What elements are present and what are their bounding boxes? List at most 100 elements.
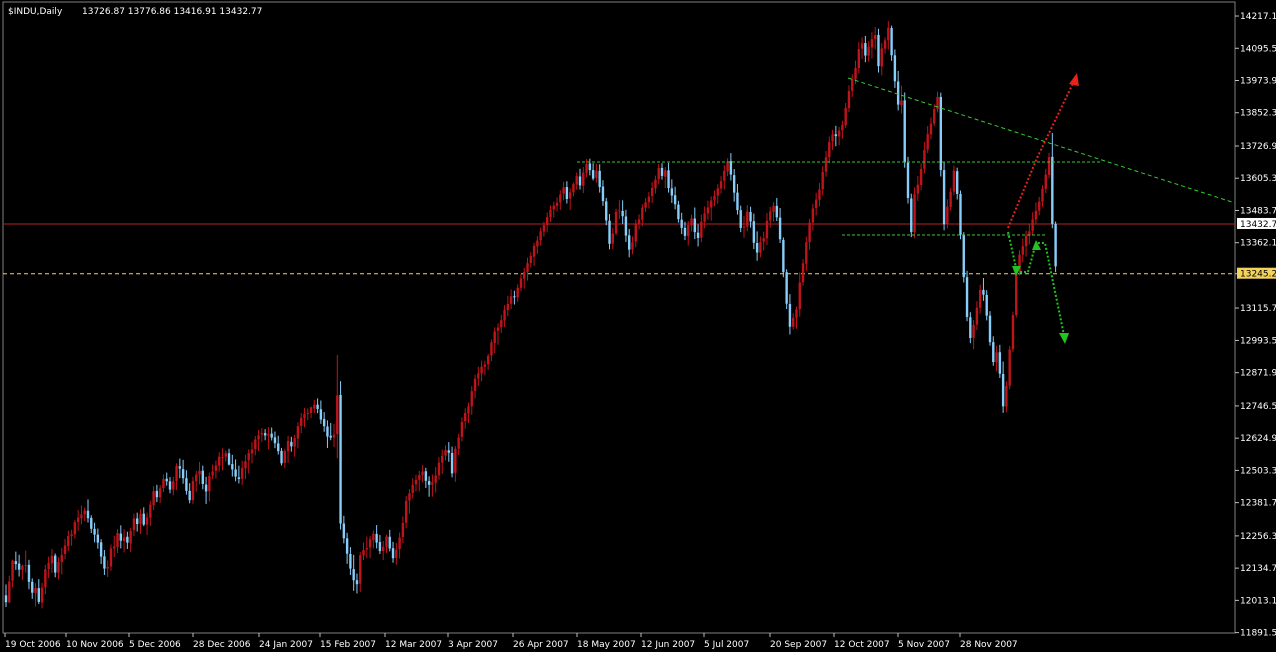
candle-body [864, 43, 867, 56]
y-tick-label: 13973.90 [1240, 77, 1276, 87]
candle-body [349, 553, 352, 569]
candle-body [332, 434, 336, 438]
y-tick-label: 13726.90 [1240, 142, 1276, 152]
x-tick-label: 5 Nov 2007 [898, 640, 950, 650]
candle-body [673, 195, 677, 205]
candle-body [434, 475, 437, 483]
candle-body [27, 564, 31, 582]
candle-body [601, 186, 605, 202]
candle-body [736, 192, 739, 211]
candle-body [660, 167, 664, 176]
candle-body [1054, 223, 1057, 267]
candle-body [608, 220, 611, 244]
candle-body [982, 289, 985, 295]
candle-body [506, 303, 510, 311]
candle-body [198, 470, 201, 475]
y-tick-label: 12256.30 [1240, 532, 1276, 542]
candle-body [614, 211, 618, 234]
candle-body [713, 195, 716, 201]
candle-body [86, 510, 90, 519]
candle-body [457, 437, 460, 449]
candle-body [831, 134, 834, 142]
candle-body [877, 34, 880, 67]
candle-body [204, 484, 208, 492]
candle-body [975, 307, 979, 325]
candle-body [280, 450, 283, 464]
candle-body [286, 441, 290, 452]
candle [962, 232, 965, 283]
candle-body [50, 555, 54, 564]
candle-body [1024, 235, 1028, 247]
candle-body [677, 204, 680, 220]
candle-body [906, 162, 910, 198]
candle-body [887, 27, 890, 41]
candle-body [759, 242, 762, 253]
candle-body [746, 211, 749, 227]
candle-body [772, 205, 775, 212]
candle-body [513, 296, 516, 298]
candle [988, 311, 992, 346]
candle-body [486, 355, 490, 365]
y-tick-label: 12624.90 [1240, 434, 1276, 444]
candle-body [63, 545, 67, 554]
candle-body [234, 469, 237, 477]
candle-body [126, 536, 129, 543]
candle-body [956, 171, 959, 194]
candle-body [611, 233, 614, 244]
x-tick-label: 10 Nov 2006 [66, 640, 124, 650]
candle-body [211, 471, 214, 476]
x-tick-label: 19 Oct 2006 [5, 640, 61, 650]
candle-body [316, 404, 319, 409]
candle-body [158, 488, 162, 498]
candle-body [559, 194, 562, 203]
candle-body [342, 523, 346, 539]
candle-body [795, 309, 798, 318]
candle-body [726, 161, 729, 172]
candle-body [401, 522, 405, 538]
candle [339, 381, 342, 530]
candle-body [667, 170, 670, 189]
candle-body [83, 510, 86, 515]
candle-body [162, 478, 165, 488]
candle-body [365, 548, 368, 550]
candle-body [414, 480, 418, 485]
candle-body [103, 556, 106, 569]
candle-body [116, 533, 119, 548]
candle-body [437, 462, 441, 476]
candle-body [500, 320, 503, 328]
candle-body [988, 315, 992, 343]
candle-body [933, 109, 936, 124]
candle-body [172, 481, 175, 490]
candle-body [929, 123, 933, 135]
candle-body [503, 309, 506, 321]
candle-body [142, 513, 145, 525]
candle-body [637, 219, 641, 224]
candle-body [122, 537, 126, 542]
candle-body [191, 481, 195, 501]
candle-body [880, 48, 883, 67]
candle-body [214, 465, 218, 471]
candle-body [17, 563, 21, 570]
y-tick-label: 13115.70 [1240, 304, 1276, 314]
candle-body [460, 421, 464, 437]
candle-body [732, 175, 736, 193]
candle-body [470, 391, 473, 407]
candle-body [467, 406, 470, 414]
y-tick-label: 12381.70 [1240, 499, 1276, 509]
candle-body [411, 484, 414, 494]
candle-body [424, 471, 428, 481]
level-price-tag: 13245.20 [1237, 267, 1276, 280]
candle-body [339, 394, 342, 524]
candle-body [841, 125, 844, 131]
candle-body [195, 474, 198, 482]
candle-body [477, 373, 480, 379]
candle-body [739, 210, 742, 228]
candle [959, 190, 962, 240]
candle [1011, 311, 1015, 353]
candle-body [778, 217, 782, 240]
candle-body [900, 100, 903, 106]
candle-body [296, 426, 300, 439]
candle-body [1031, 219, 1034, 232]
candle-body [618, 210, 621, 212]
candle-body [73, 522, 77, 535]
